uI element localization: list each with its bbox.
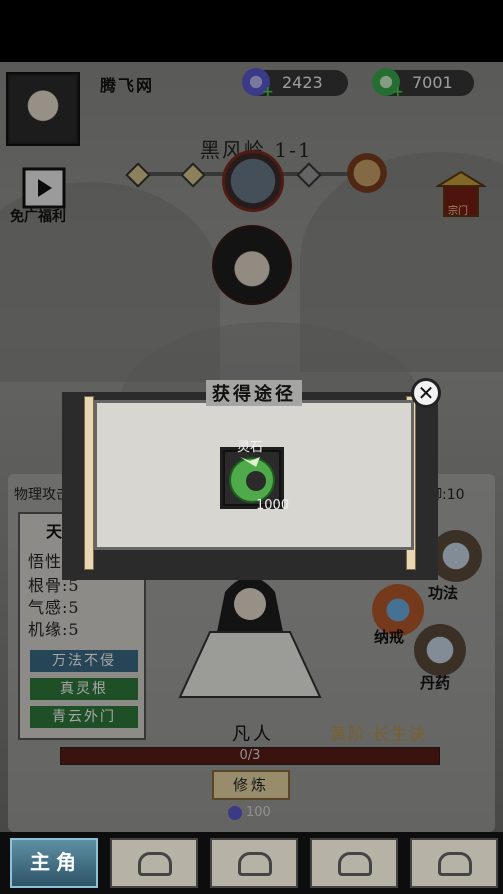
item-name: 灵石: [237, 440, 264, 455]
nav-locked-tab[interactable]: [310, 838, 398, 888]
lock-icon: [138, 852, 172, 876]
nav-locked-tab[interactable]: [210, 838, 298, 888]
nav-main-label: 主角: [30, 850, 82, 874]
dialog-title: 获得途径: [206, 380, 302, 406]
scroll-rod-left: [84, 396, 94, 570]
nav-locked-tab[interactable]: [410, 838, 498, 888]
lock-icon: [338, 852, 372, 876]
nav-locked-tab[interactable]: [110, 838, 198, 888]
close-button[interactable]: ✕: [411, 378, 441, 408]
item-count: 1000: [256, 498, 290, 513]
lock-icon: [438, 852, 472, 876]
lock-icon: [238, 852, 272, 876]
